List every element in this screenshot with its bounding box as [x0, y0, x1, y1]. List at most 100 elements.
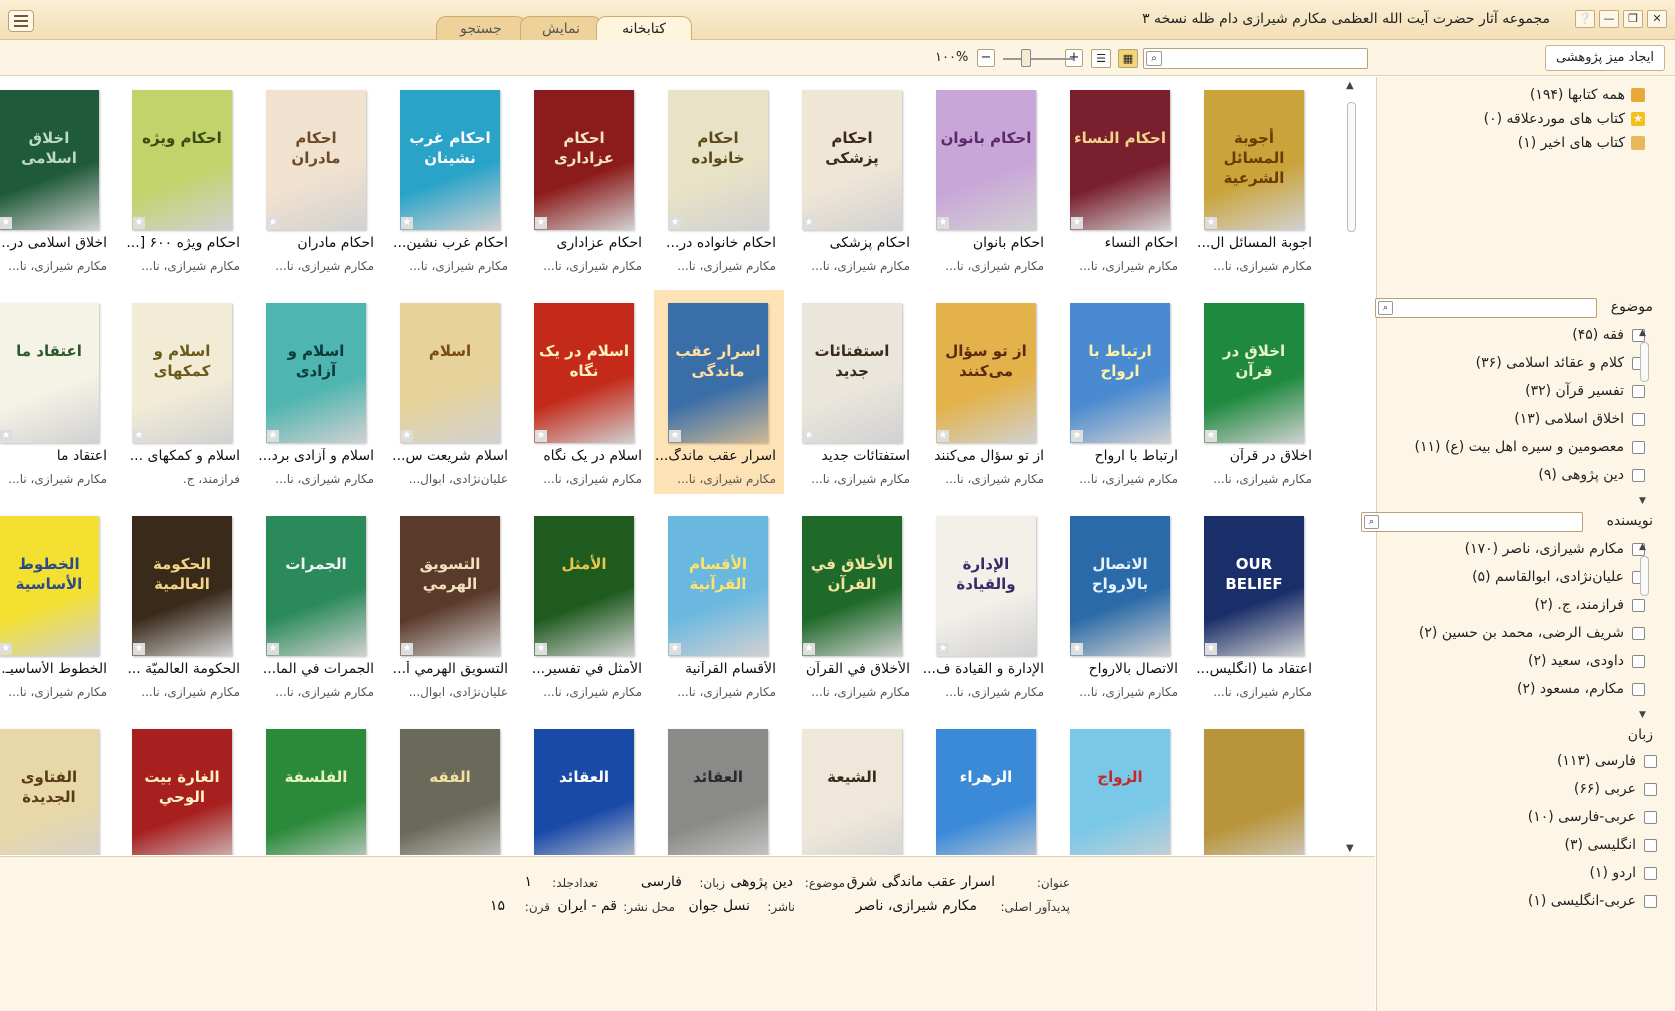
- book-card[interactable]: التسويق الهرمي ★ التسویق الهرمي أ... علیان‌…: [386, 503, 516, 707]
- book-card[interactable]: الأخلاق في القرآن ★ الأخلاق في القرآن مکارم…: [788, 503, 918, 707]
- close-icon[interactable]: ✕: [1647, 10, 1667, 28]
- zoom-slider-track[interactable]: [1003, 58, 1073, 60]
- book-card[interactable]: الزواج★: [1056, 716, 1186, 855]
- facet-option[interactable]: عربی-انگلیسی (۱): [1528, 893, 1657, 909]
- facet-checkbox[interactable]: [1644, 782, 1657, 796]
- favorite-star-icon[interactable]: ★: [1205, 430, 1217, 442]
- facet-checkbox[interactable]: [1644, 894, 1657, 908]
- book-card[interactable]: اسلام ★ اسلام شریعت س... علیان‌نژادی، ابوال…: [386, 290, 516, 494]
- book-card[interactable]: الإدارة والقيادة ★ الإدارة و القیادة ف... م…: [922, 503, 1052, 707]
- search-icon[interactable]: ⌕: [1146, 51, 1162, 66]
- book-cover[interactable]: العقائد★: [534, 729, 634, 855]
- favorite-star-icon[interactable]: ★: [937, 217, 949, 229]
- zoom-out-button[interactable]: −: [977, 49, 995, 67]
- scroll-down-icon[interactable]: ▼: [1346, 843, 1354, 854]
- book-cover[interactable]: الأمثل ★: [534, 516, 634, 656]
- favorite-star-icon[interactable]: ★: [669, 217, 681, 229]
- facet-option[interactable]: فرازمند، ج. (۲): [1534, 597, 1645, 613]
- facet-option[interactable]: فقه (۴۵): [1572, 327, 1645, 343]
- book-cover[interactable]: اسلام و کمکهای ★: [132, 303, 232, 443]
- book-card[interactable]: الاتصال بالارواح ★ الاتصال بالارواح مکارم ش…: [1056, 503, 1186, 707]
- favorite-star-icon[interactable]: ★: [937, 643, 949, 655]
- scroll-up-icon[interactable]: ▲: [1639, 328, 1646, 338]
- book-cover[interactable]: الزواج★: [1070, 729, 1170, 855]
- book-cover[interactable]: الأخلاق في القرآن ★: [802, 516, 902, 656]
- book-card[interactable]: اسرار عقب ماندگی ★ اسرار عقب ماندگ... مکارم…: [654, 290, 784, 494]
- tab-library[interactable]: کتابخانه: [596, 16, 692, 41]
- book-cover[interactable]: الفتاوى الجديدة★: [0, 729, 99, 855]
- book-cover[interactable]: اسرار عقب ماندگی ★: [668, 303, 768, 443]
- book-cover[interactable]: الفقه★: [400, 729, 500, 855]
- book-card[interactable]: الغارة بيت الوحي★: [118, 716, 248, 855]
- book-cover[interactable]: احکام خانواده ★: [668, 90, 768, 230]
- book-cover[interactable]: استفتائات جدید ★: [802, 303, 902, 443]
- book-card[interactable]: الفلسفة★: [252, 716, 382, 855]
- book-card[interactable]: احکام خانواده ★ احکام خانواده در... مکارم ش…: [654, 77, 784, 281]
- book-card[interactable]: أجوبة المسائل الشرعية ★ اجوبة المسائل ال..…: [1190, 77, 1320, 281]
- book-cover[interactable]: الشيعة★: [802, 729, 902, 855]
- book-cover[interactable]: العقائد★: [668, 729, 768, 855]
- zoom-slider-handle[interactable]: [1021, 49, 1031, 67]
- facet-option[interactable]: عربی (۶۶): [1574, 781, 1657, 797]
- book-card[interactable]: الأقسام القرآنية ★ الأقسام القرآنیة مکارم ش…: [654, 503, 784, 707]
- favorite-star-icon[interactable]: ★: [669, 643, 681, 655]
- book-card[interactable]: الجمرات ★ الجمرات في الما... مکارم شیرازی، …: [252, 503, 382, 707]
- book-cover[interactable]: الجمرات ★: [266, 516, 366, 656]
- facet-option[interactable]: دین پژوهی (۹): [1538, 467, 1645, 483]
- facet-option[interactable]: اخلاق اسلامی (۱۳): [1514, 411, 1645, 427]
- hamburger-menu-icon[interactable]: [8, 10, 34, 32]
- book-card[interactable]: العقائد★: [654, 716, 784, 855]
- favorite-star-icon[interactable]: ★: [803, 217, 815, 229]
- facet-option[interactable]: فارسی (۱۱۳): [1557, 753, 1657, 769]
- book-card[interactable]: احکام پزشکی ★ احکام پزشکی مکارم شیرازی، نا.…: [788, 77, 918, 281]
- book-card[interactable]: اخلاق در قرآن ★ اخلاق در قرآن مکارم شیرازی،…: [1190, 290, 1320, 494]
- favorite-star-icon[interactable]: ★: [535, 217, 547, 229]
- create-research-desk-button[interactable]: ایجاد میز پژوهشی: [1544, 45, 1665, 71]
- facet-option[interactable]: شریف الرضی، محمد بن حسین (۲): [1419, 625, 1645, 641]
- book-cover[interactable]: احکام النساء ★: [1070, 90, 1170, 230]
- favorite-star-icon[interactable]: ★: [133, 430, 145, 442]
- favorite-star-icon[interactable]: ★: [0, 643, 12, 655]
- favorite-star-icon[interactable]: ★: [937, 430, 949, 442]
- favorite-star-icon[interactable]: ★: [401, 217, 413, 229]
- favorite-star-icon[interactable]: ★: [267, 430, 279, 442]
- facet-option[interactable]: معصومین و سیره اهل بیت (ع) (۱۱): [1415, 439, 1645, 455]
- book-cover[interactable]: الخطوط الأساسية ★: [0, 516, 99, 656]
- scroll-down-icon[interactable]: ▼: [1639, 496, 1646, 506]
- facet-option[interactable]: علیان‌نژادی، ابوالقاسم (۵): [1472, 569, 1645, 585]
- facet-checkbox[interactable]: [1644, 754, 1657, 768]
- scroll-down-icon[interactable]: ▼: [1639, 710, 1646, 720]
- favorite-star-icon[interactable]: ★: [803, 643, 815, 655]
- favorite-star-icon[interactable]: ★: [1205, 643, 1217, 655]
- facet-checkbox[interactable]: [1644, 866, 1657, 880]
- favorite-star-icon[interactable]: ★: [133, 217, 145, 229]
- book-card[interactable]: اسلام در یک نگاه ★ اسلام در یک نگاه مکارم ش…: [520, 290, 650, 494]
- book-card[interactable]: ★: [1190, 716, 1320, 855]
- book-card[interactable]: الأمثل ★ الأمثل في تفسیر... مکارم شیرازی، ن…: [520, 503, 650, 707]
- favorite-star-icon[interactable]: ★: [133, 643, 145, 655]
- author-scrollbar[interactable]: ▲ ▼: [1639, 542, 1651, 720]
- book-cover[interactable]: احکام بانوان ★: [936, 90, 1036, 230]
- sidebar-item-all-books[interactable]: همه کتابها (۱۹۴): [1530, 87, 1645, 103]
- favorite-star-icon[interactable]: ★: [267, 643, 279, 655]
- facet-checkbox[interactable]: [1644, 838, 1657, 852]
- book-cover[interactable]: التسويق الهرمي ★: [400, 516, 500, 656]
- book-card[interactable]: العقائد★: [520, 716, 650, 855]
- favorite-star-icon[interactable]: ★: [535, 430, 547, 442]
- book-card[interactable]: اسلام و کمکهای ★ اسلام و کمکهای ... فرازمند…: [118, 290, 248, 494]
- grid-scrollbar[interactable]: ▲ ▼: [1344, 80, 1360, 854]
- facet-checkbox[interactable]: [1644, 810, 1657, 824]
- book-card[interactable]: استفتائات جدید ★ استفتائات جدید مکارم شیراز…: [788, 290, 918, 494]
- favorite-star-icon[interactable]: ★: [401, 643, 413, 655]
- book-cover[interactable]: احکام عزاداری ★: [534, 90, 634, 230]
- book-cover[interactable]: احکام ویژه ★: [132, 90, 232, 230]
- book-cover[interactable]: اخلاق اسلامی ★: [0, 90, 99, 230]
- tab-view[interactable]: نمایش: [520, 16, 602, 40]
- sidebar-item-recent[interactable]: کتاب های اخیر (۱): [1518, 135, 1645, 151]
- book-cover[interactable]: احکام پزشکی ★: [802, 90, 902, 230]
- book-card[interactable]: الزهراء★: [922, 716, 1052, 855]
- book-cover[interactable]: الاتصال بالارواح ★: [1070, 516, 1170, 656]
- book-cover[interactable]: الغارة بيت الوحي★: [132, 729, 232, 855]
- book-card[interactable]: احکام مادران ★ احکام مادران مکارم شیرازی، ن…: [252, 77, 382, 281]
- favorite-star-icon[interactable]: ★: [535, 643, 547, 655]
